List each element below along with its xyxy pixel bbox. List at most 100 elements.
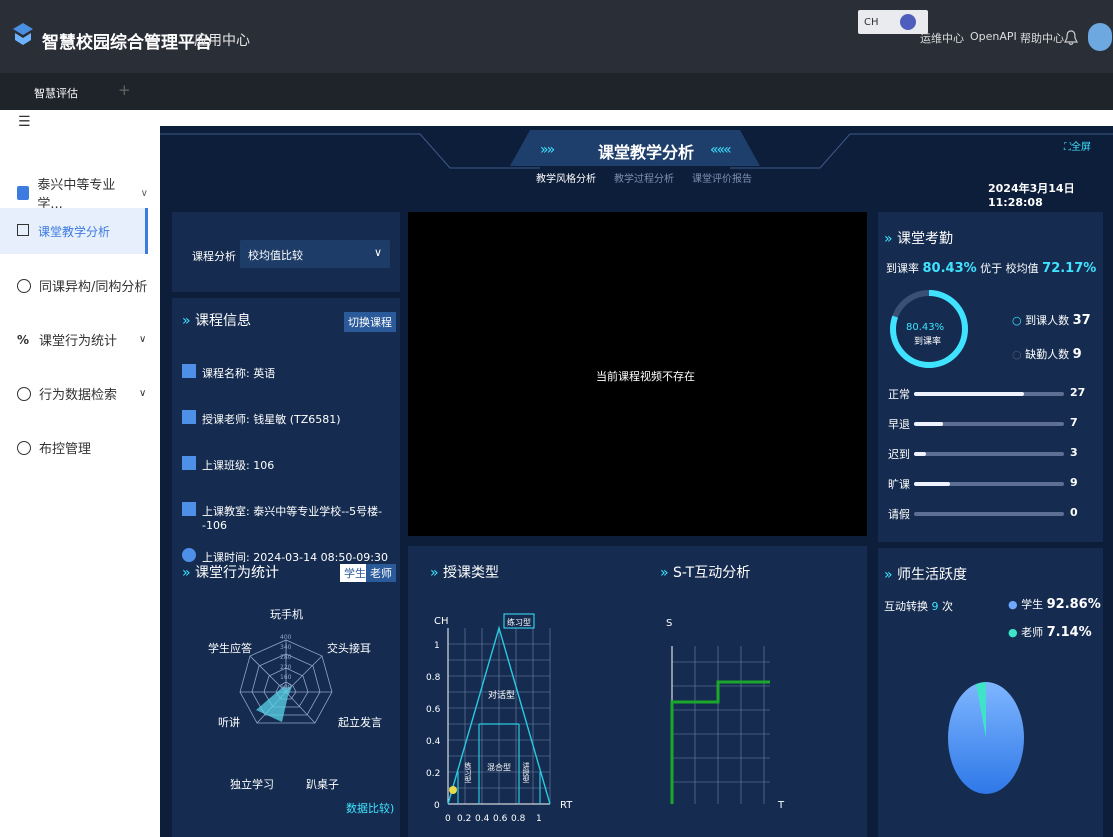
student-legend: ● 学生 92.86%	[1008, 596, 1101, 612]
interaction-switch: 互动转换 9 次	[884, 598, 953, 614]
chart-icon	[17, 224, 29, 236]
activity-title: » 师生活跃度	[884, 564, 967, 584]
attendance-bar-fill	[914, 452, 926, 456]
region-lecture: 讲授型	[522, 761, 530, 783]
teach-type-title: » 授课类型	[430, 562, 499, 582]
attendance-row-label: 迟到	[888, 448, 910, 461]
sidebar-school-selector[interactable]: 泰兴中等专业学... ∨	[17, 174, 148, 212]
st-title: » S-T互动分析	[660, 562, 750, 582]
radar-scale-340: 340	[280, 644, 292, 651]
x-tick-02: 0.2	[457, 814, 471, 824]
x-tick-04: 0.4	[475, 814, 490, 824]
sidebar-item-label: 同课异构/同构分析	[39, 280, 148, 295]
sidebar-item-behavior-stats[interactable]: % 课堂行为统计 ∨	[17, 330, 147, 350]
sidebar-item-label: 行为数据检索	[39, 388, 118, 403]
section-title-text: S-T互动分析	[673, 565, 751, 581]
radar-scale-160: 160	[280, 674, 292, 681]
sidebar-item-label: 布控管理	[39, 442, 92, 457]
radar-chart: 玩手机 交头接耳 起立发言 趴桌子 独立学习 听讲 学生应答 400 340 2…	[208, 607, 394, 815]
subtab-evaluation-report[interactable]: 课堂评价报告	[692, 170, 752, 185]
st-x-label: T	[777, 800, 785, 811]
present-dot-icon: ○	[1012, 314, 1022, 327]
activity-pie	[948, 682, 1024, 794]
x-tick-1: 1	[536, 814, 542, 824]
app-center-link[interactable]: 应用中心	[194, 30, 250, 50]
y-tick-04: 0.4	[426, 737, 441, 747]
section-arrow-icon: »	[182, 565, 191, 581]
sidebar: ☰ 泰兴中等专业学... ∨ 课堂教学分析 同课异构/同构分析 % 课堂行为统计…	[0, 110, 148, 837]
compare-data-link[interactable]: 数据比较)	[346, 801, 394, 815]
ime-label: CH	[864, 17, 879, 28]
help-center-link[interactable]: 帮助中心	[1020, 30, 1064, 46]
y-tick-08: 0.8	[426, 673, 441, 683]
chevron-down-icon: ∨	[373, 246, 382, 259]
present-label: 到课人数	[1025, 314, 1070, 327]
attendance-row-label: 正常	[888, 388, 910, 401]
filter-select[interactable]: 校均值比较 ∨	[240, 240, 390, 268]
teach-type-y-label: CH	[434, 616, 449, 627]
section-title-text: 课堂行为统计	[195, 565, 280, 581]
sidebar-item-data-search[interactable]: 行为数据检索 ∨	[17, 384, 146, 403]
student-value: 92.86%	[1046, 597, 1101, 612]
y-tick-1: 1	[434, 641, 440, 651]
main-dashboard: »» 课堂教学分析 ««« 教学风格分析 教学过程分析 课堂评价报告 ⛶全屏 2…	[160, 126, 1113, 837]
add-tab-button[interactable]: +	[118, 81, 131, 99]
teacher-value: 7.14%	[1046, 625, 1092, 640]
ops-center-link[interactable]: 运维中心	[920, 30, 964, 46]
rate-prefix: 到课率	[886, 262, 919, 275]
better-text: 优于	[980, 262, 1003, 275]
sidebar-item-label: 课堂行为统计	[39, 334, 118, 349]
filter-value: 校均值比较	[248, 249, 303, 262]
attendance-title: » 课堂考勤	[884, 228, 953, 248]
attendance-rate: 80.43%	[922, 261, 977, 276]
radar-label-desk: 趴桌子	[306, 778, 339, 791]
attendance-bar-fill	[914, 392, 1024, 396]
attendance-row-value: 7	[1070, 416, 1078, 429]
absent-count: ○ 缺勤人数 9	[1012, 346, 1082, 362]
subtab-style-analysis[interactable]: 教学风格分析	[536, 170, 596, 185]
x-tick-0: 0	[445, 814, 451, 824]
menu-collapse-icon[interactable]: ☰	[18, 114, 31, 130]
chevron-down-icon: ∨	[140, 187, 148, 199]
teacher-legend: ● 老师 7.14%	[1008, 624, 1092, 640]
header-right-arrows: «««	[710, 142, 732, 158]
ime-help-icon[interactable]	[899, 14, 916, 30]
app-title: 智慧校园综合管理平台	[42, 33, 212, 53]
absent-label: 缺勤人数	[1025, 348, 1070, 361]
switch-unit: 次	[942, 600, 953, 613]
present-count: ○ 到课人数 37	[1012, 312, 1091, 328]
toggle-teacher[interactable]: 老师	[366, 564, 396, 582]
sidebar-item-control[interactable]: 布控管理	[17, 438, 91, 457]
region-practice-top: 练习型	[507, 617, 531, 627]
openapi-link[interactable]: OpenAPI	[970, 30, 1017, 43]
tab-smart-assessment[interactable]: 智慧评估	[34, 85, 78, 101]
teach-type-point	[449, 786, 457, 794]
avg-label: 校均值	[1005, 262, 1039, 275]
section-title-text: 授课类型	[443, 565, 500, 581]
section-title-text: 课程信息	[195, 313, 252, 329]
subtab-process-analysis[interactable]: 教学过程分析	[614, 170, 674, 185]
video-player[interactable]: 当前课程视频不存在	[408, 212, 867, 536]
teach-type-chart: CH RT 0 0.2 0.4 0.6 0.8 1 0 0.2 0.4 0.6 …	[426, 613, 785, 824]
switch-course-button[interactable]: 切换课程	[344, 312, 396, 332]
absent-dot-icon: ○	[1012, 348, 1022, 361]
filter-label: 课程分析	[192, 250, 236, 263]
ime-toolbar[interactable]: CH	[858, 10, 928, 34]
attendance-row-value: 9	[1070, 476, 1078, 489]
sidebar-item-class-analysis[interactable]: 课堂教学分析	[0, 208, 148, 254]
section-arrow-icon: »	[430, 565, 439, 581]
sidebar-item-same-course[interactable]: 同课异构/同构分析	[17, 276, 147, 295]
attendance-summary: 到课率 80.43% 优于 校均值 72.17%	[886, 260, 1096, 276]
radar-label-stand: 起立发言	[338, 715, 382, 729]
fullscreen-button[interactable]: ⛶全屏	[1064, 138, 1091, 153]
attendance-row-label: 请假	[888, 508, 910, 521]
y-tick-0: 0	[434, 801, 440, 811]
switch-label: 互动转换	[884, 600, 928, 613]
chevron-down-icon: ∨	[139, 334, 147, 345]
bell-icon[interactable]	[1064, 30, 1078, 46]
st-y-label: S	[666, 618, 672, 629]
avatar[interactable]	[1088, 23, 1112, 51]
attendance-row-value: 3	[1070, 446, 1078, 459]
teacher-label: 老师	[1021, 626, 1044, 639]
course-info-title: » 课程信息	[182, 310, 251, 330]
